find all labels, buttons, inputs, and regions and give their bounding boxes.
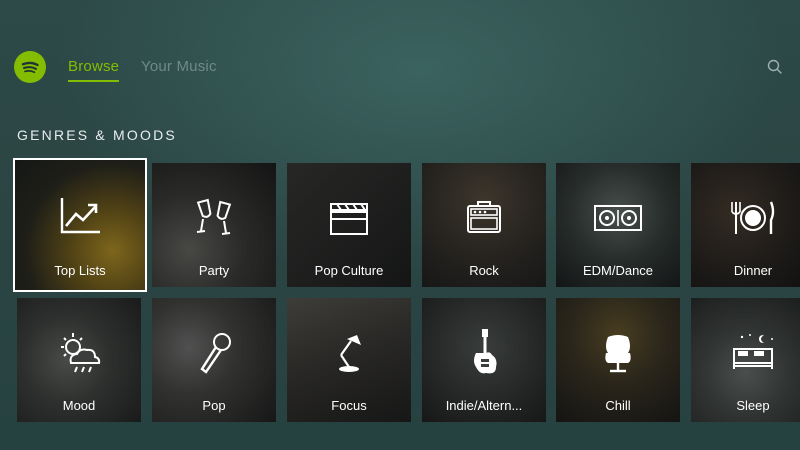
tile-label: Party	[198, 263, 230, 278]
search-icon[interactable]	[766, 58, 784, 76]
tile-chill[interactable]: Chill	[556, 298, 680, 422]
tile-pop[interactable]: Pop	[152, 298, 276, 422]
tile-label: Focus	[331, 398, 367, 413]
section-title: GENRES & MOODS	[17, 127, 177, 143]
tile-label: Pop	[202, 398, 226, 413]
tile-label: Indie/Altern...	[445, 398, 523, 413]
tile-dinner[interactable]: Dinner	[691, 163, 800, 287]
tile-label: Rock	[469, 263, 499, 278]
amplifier-icon	[464, 198, 504, 238]
fork-plate-knife-icon	[729, 198, 777, 238]
tile-focus[interactable]: Focus	[287, 298, 411, 422]
tile-rock[interactable]: Rock	[422, 163, 546, 287]
tab-browse[interactable]: Browse	[68, 58, 120, 82]
spotify-logo	[14, 51, 46, 83]
tile-label: Sleep	[736, 398, 770, 413]
tile-top-lists[interactable]: Top Lists	[13, 158, 147, 292]
tab-your-music[interactable]: Your Music	[141, 58, 217, 75]
tile-label: Mood	[62, 398, 96, 413]
tile-mood[interactable]: Mood	[17, 298, 141, 422]
tile-label: Dinner	[733, 263, 773, 278]
bed-icon	[728, 331, 778, 375]
clapperboard-icon	[327, 198, 371, 238]
turntables-icon	[593, 202, 643, 234]
tile-label: Chill	[605, 398, 631, 413]
electric-guitar-icon	[464, 327, 504, 379]
tile-label: EDM/Dance	[582, 263, 654, 278]
tile-edm-dance[interactable]: EDM/Dance	[556, 163, 680, 287]
tile-pop-culture[interactable]: Pop Culture	[287, 163, 411, 287]
trending-up-icon	[58, 196, 102, 236]
tile-label: Pop Culture	[314, 263, 384, 278]
lounge-chair-icon	[598, 331, 638, 375]
champagne-glasses-icon	[194, 195, 234, 241]
weather-icon	[55, 331, 103, 375]
tile-indie-alternative[interactable]: Indie/Altern...	[422, 298, 546, 422]
desk-lamp-icon	[329, 331, 369, 375]
tile-party[interactable]: Party	[152, 163, 276, 287]
tile-sleep[interactable]: Sleep	[691, 298, 800, 422]
microphone-icon	[194, 331, 234, 375]
tile-label: Top Lists	[54, 263, 106, 278]
